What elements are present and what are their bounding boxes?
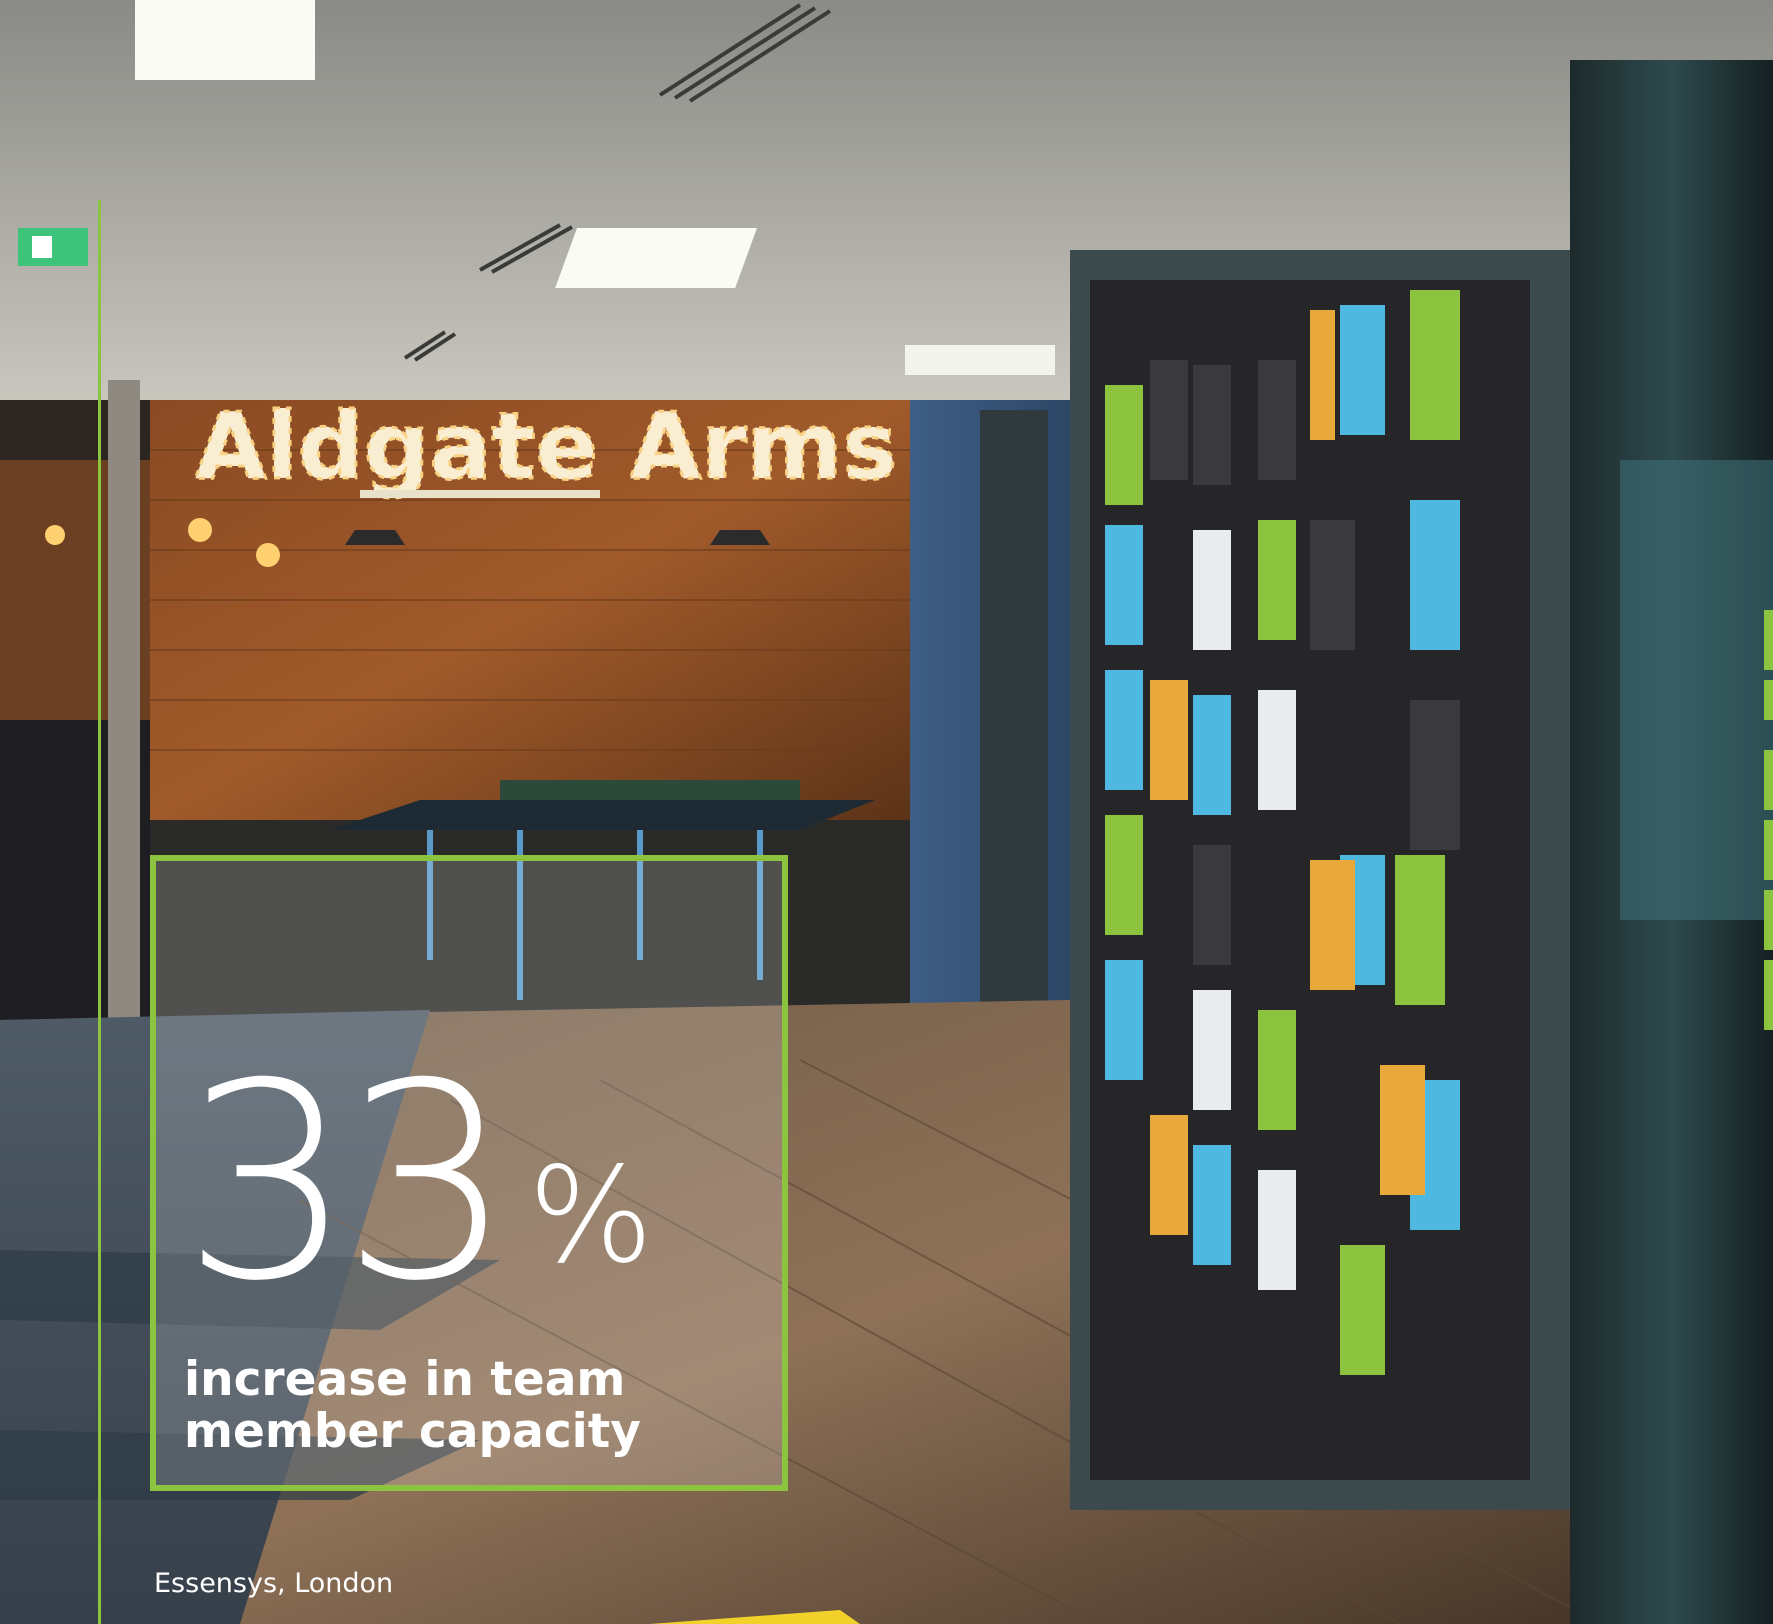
ceiling-light: [905, 345, 1055, 375]
ceiling-light: [135, 0, 315, 80]
stat-caption: increase in team member capacity: [184, 1352, 641, 1459]
glass-door: [980, 410, 1048, 1050]
ceiling-light: [555, 228, 758, 288]
accent-line: [98, 200, 101, 1624]
exit-sign: [18, 228, 88, 266]
aldgate-arms-sign: Aldgate Arms: [195, 393, 897, 500]
pillar: [108, 380, 140, 1040]
stat-number: 33: [182, 1025, 514, 1340]
stat-percent-sign: %: [528, 1139, 654, 1293]
location-caption: Essensys, London: [154, 1568, 394, 1599]
